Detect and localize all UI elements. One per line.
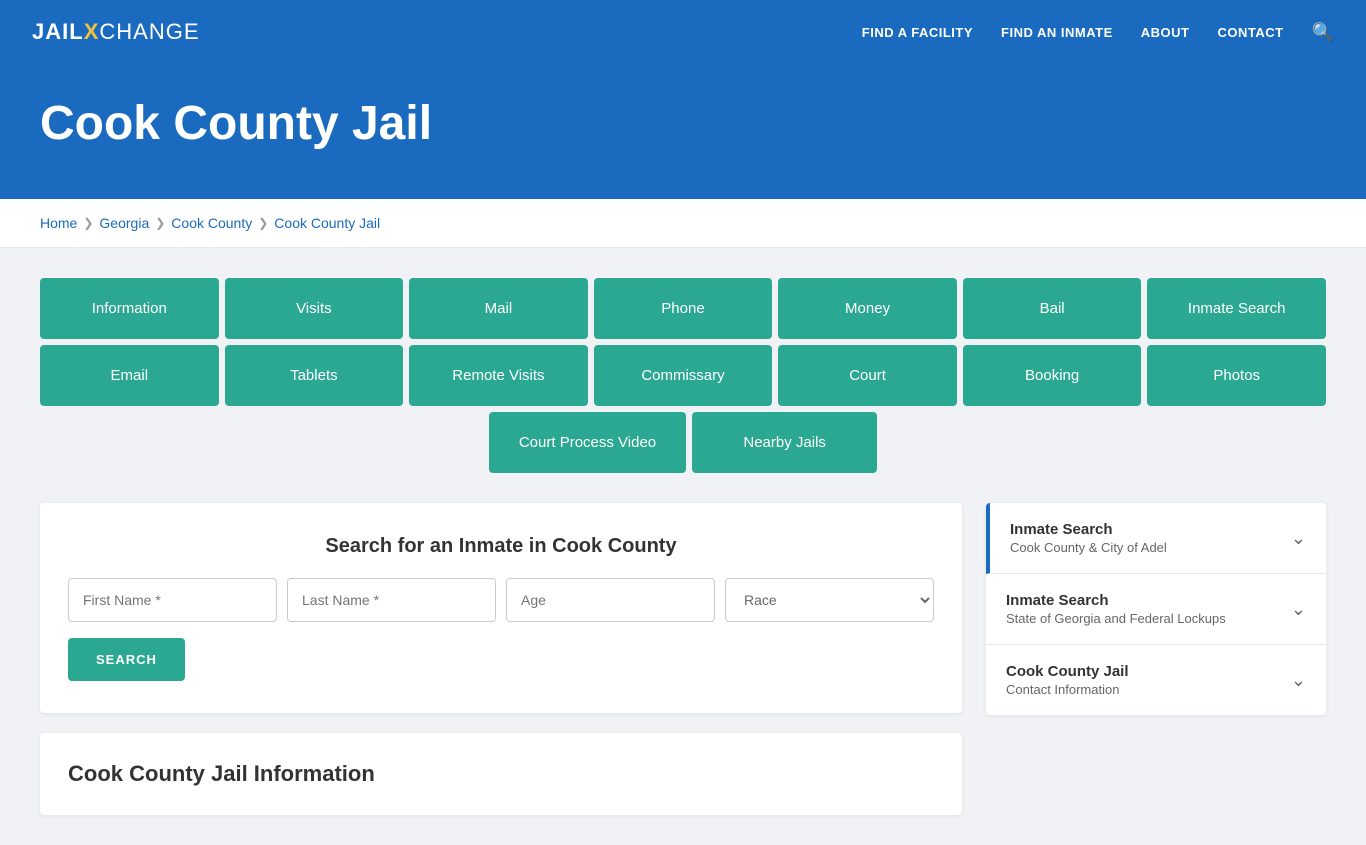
sidebar-item-1-subtitle: Cook County & City of Adel [1010, 540, 1167, 555]
nav-btn-inmate-search[interactable]: Inmate Search [1147, 278, 1326, 339]
chevron-down-icon-3: ⌄ [1291, 670, 1306, 691]
site-logo[interactable]: JAILXCHANGE [32, 19, 200, 45]
nav-btn-court[interactable]: Court [778, 345, 957, 406]
nav-contact[interactable]: CONTACT [1217, 25, 1283, 40]
sidebar-item-2[interactable]: Inmate Search State of Georgia and Feder… [986, 574, 1326, 645]
nav-btn-nearby-jails[interactable]: Nearby Jails [692, 412, 877, 473]
age-input[interactable] [506, 578, 715, 622]
page-title: Cook County Jail [40, 96, 1326, 151]
nav-button-row2: Email Tablets Remote Visits Commissary C… [40, 345, 1326, 406]
sidebar-item-3-subtitle: Contact Information [1006, 682, 1129, 697]
nav-button-row1: Information Visits Mail Phone Money Bail… [40, 278, 1326, 339]
breadcrumb-home[interactable]: Home [40, 215, 77, 231]
left-column: Search for an Inmate in Cook County Race… [40, 503, 962, 815]
nav-find-facility[interactable]: FIND A FACILITY [862, 25, 973, 40]
chevron-down-icon-2: ⌄ [1291, 599, 1306, 620]
nav-btn-booking[interactable]: Booking [963, 345, 1142, 406]
sidebar-item-3-text: Cook County Jail Contact Information [1006, 663, 1129, 697]
breadcrumb-sep-3: ❯ [258, 216, 268, 230]
nav-about[interactable]: ABOUT [1141, 25, 1190, 40]
first-name-input[interactable] [68, 578, 277, 622]
search-button[interactable]: SEARCH [68, 638, 185, 681]
sidebar-item-1-title: Inmate Search [1010, 521, 1167, 538]
sidebar-item-2-title: Inmate Search [1006, 592, 1226, 609]
nav-btn-photos[interactable]: Photos [1147, 345, 1326, 406]
race-select[interactable]: Race White Black Hispanic Asian Other [725, 578, 934, 622]
search-fields: Race White Black Hispanic Asian Other [68, 578, 934, 622]
info-card: Cook County Jail Information [40, 733, 962, 815]
nav-find-inmate[interactable]: FIND AN INMATE [1001, 25, 1113, 40]
nav-btn-visits[interactable]: Visits [225, 278, 404, 339]
sidebar-item-1[interactable]: Inmate Search Cook County & City of Adel… [986, 503, 1326, 574]
two-column-layout: Search for an Inmate in Cook County Race… [40, 503, 1326, 815]
nav-button-row3: Court Process Video Nearby Jails [40, 412, 1326, 473]
last-name-input[interactable] [287, 578, 496, 622]
nav-btn-tablets[interactable]: Tablets [225, 345, 404, 406]
search-title: Search for an Inmate in Cook County [68, 535, 934, 558]
breadcrumb-cook-county[interactable]: Cook County [171, 215, 252, 231]
navbar: JAILXCHANGE FIND A FACILITY FIND AN INMA… [0, 0, 1366, 64]
search-icon-button[interactable]: 🔍 [1312, 22, 1334, 43]
sidebar: Inmate Search Cook County & City of Adel… [986, 503, 1326, 715]
breadcrumb-jail[interactable]: Cook County Jail [274, 215, 380, 231]
nav-btn-remote-visits[interactable]: Remote Visits [409, 345, 588, 406]
main-content: Information Visits Mail Phone Money Bail… [0, 248, 1366, 845]
nav-btn-information[interactable]: Information [40, 278, 219, 339]
breadcrumb-sep-1: ❯ [83, 216, 93, 230]
info-title: Cook County Jail Information [68, 761, 934, 787]
search-card: Search for an Inmate in Cook County Race… [40, 503, 962, 713]
navbar-links: FIND A FACILITY FIND AN INMATE ABOUT CON… [862, 22, 1334, 43]
nav-btn-commissary[interactable]: Commissary [594, 345, 773, 406]
nav-btn-phone[interactable]: Phone [594, 278, 773, 339]
breadcrumb: Home ❯ Georgia ❯ Cook County ❯ Cook Coun… [0, 199, 1366, 248]
breadcrumb-georgia[interactable]: Georgia [99, 215, 149, 231]
breadcrumb-sep-2: ❯ [155, 216, 165, 230]
brand-exchange: CHANGE [99, 19, 199, 44]
nav-btn-mail[interactable]: Mail [409, 278, 588, 339]
nav-btn-email[interactable]: Email [40, 345, 219, 406]
hero-section: Cook County Jail [0, 64, 1366, 199]
nav-btn-money[interactable]: Money [778, 278, 957, 339]
chevron-down-icon-1: ⌄ [1291, 528, 1306, 549]
nav-btn-bail[interactable]: Bail [963, 278, 1142, 339]
nav-btn-court-process-video[interactable]: Court Process Video [489, 412, 686, 473]
sidebar-item-2-text: Inmate Search State of Georgia and Feder… [1006, 592, 1226, 626]
sidebar-item-3-title: Cook County Jail [1006, 663, 1129, 680]
sidebar-item-2-subtitle: State of Georgia and Federal Lockups [1006, 611, 1226, 626]
sidebar-item-3[interactable]: Cook County Jail Contact Information ⌄ [986, 645, 1326, 715]
brand-x: X [84, 19, 100, 44]
sidebar-item-1-text: Inmate Search Cook County & City of Adel [1010, 521, 1167, 555]
brand-jail: JAIL [32, 19, 84, 44]
